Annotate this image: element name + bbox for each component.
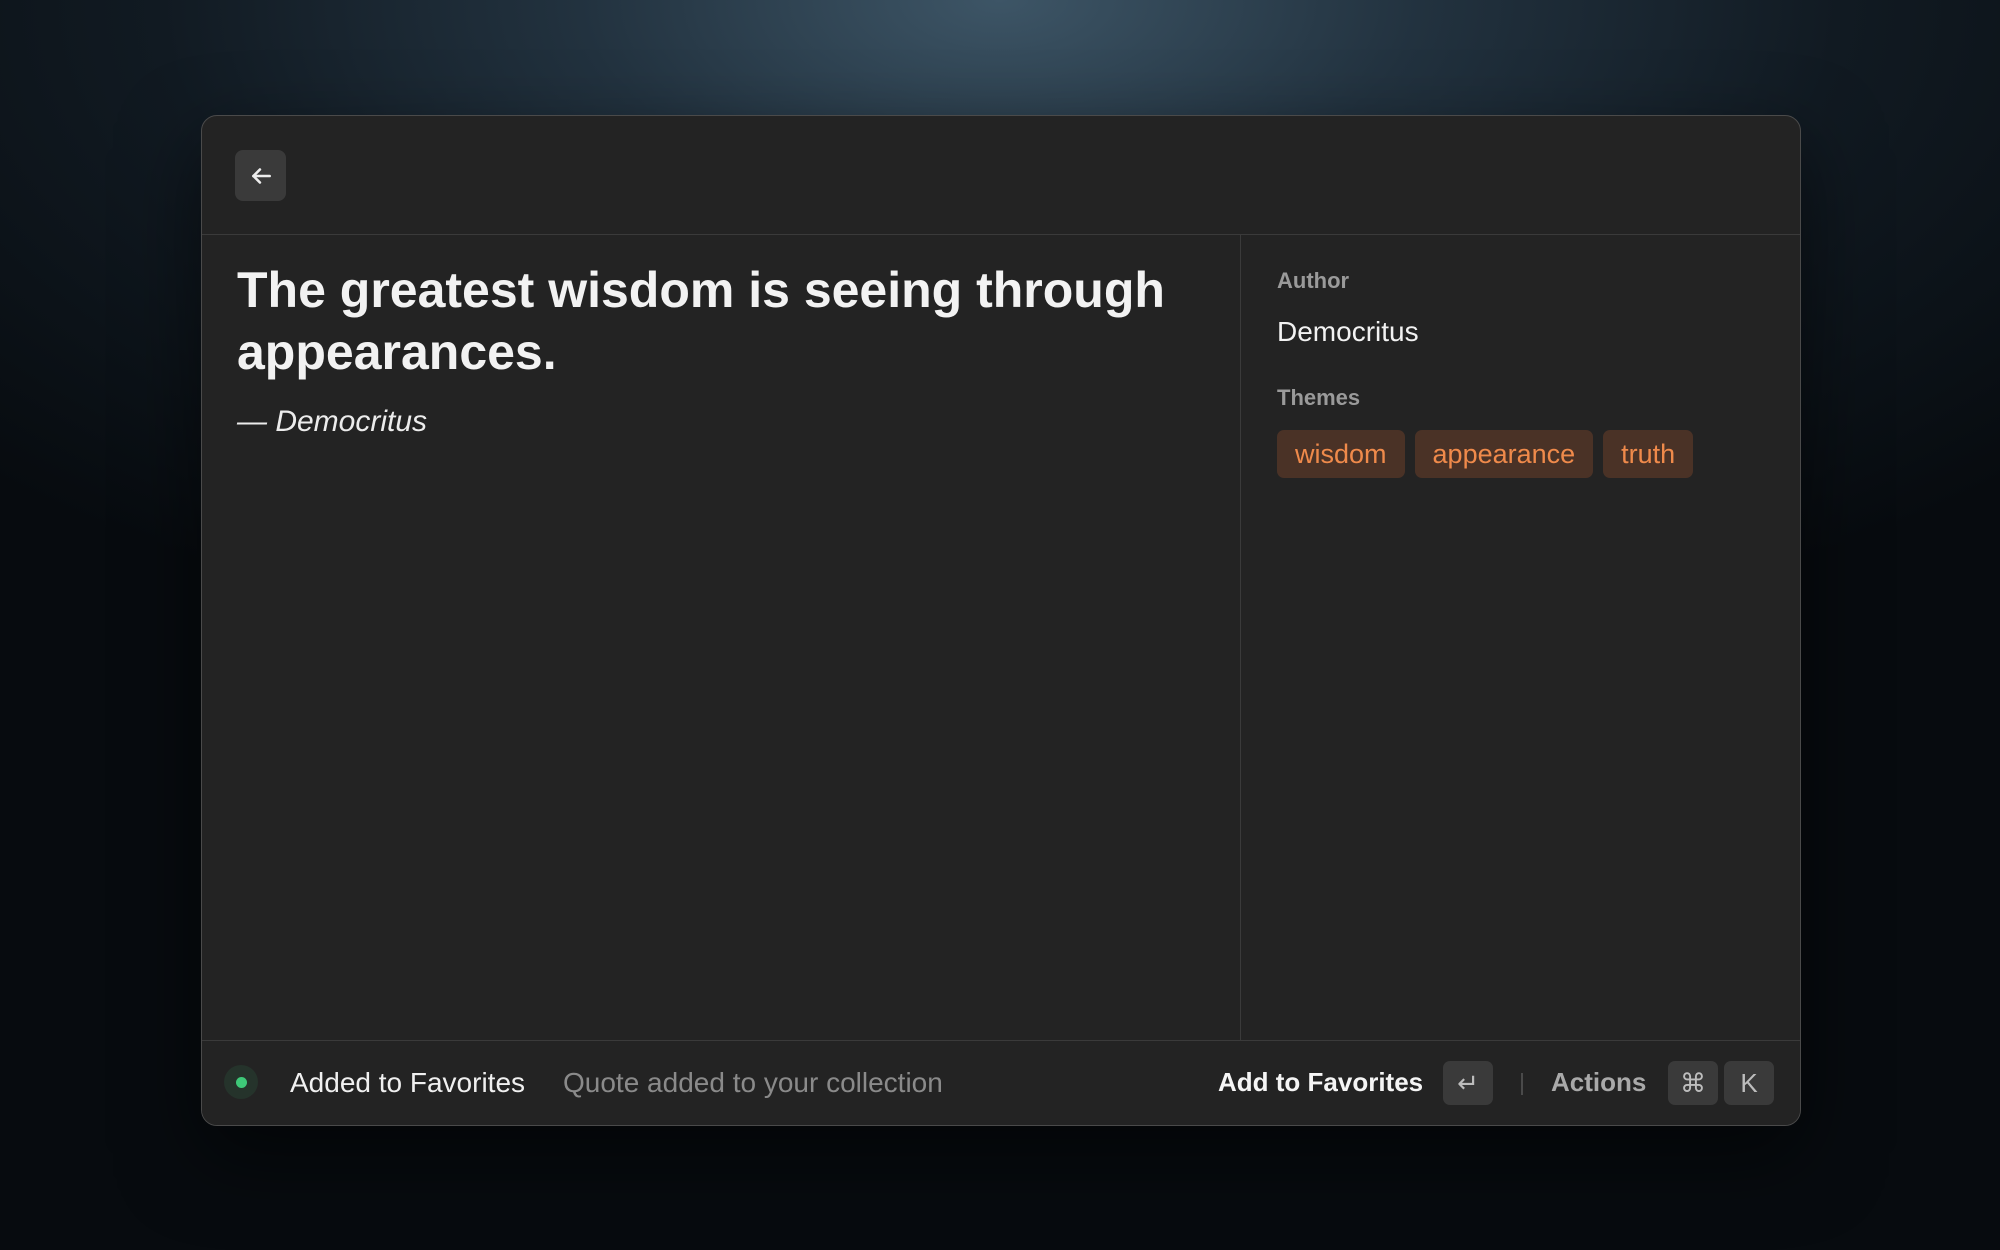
command-key-icon: ⌘ bbox=[1668, 1061, 1718, 1105]
add-to-favorites-button[interactable]: Add to Favorites bbox=[1218, 1067, 1423, 1098]
quote-content-panel: The greatest wisdom is seeing through ap… bbox=[202, 235, 1241, 1040]
actions-button[interactable]: Actions bbox=[1551, 1067, 1646, 1098]
author-label: Author bbox=[1277, 268, 1350, 293]
toast-title: Added to Favorites bbox=[290, 1067, 526, 1098]
arrow-left-icon bbox=[251, 167, 271, 184]
theme-tag[interactable]: appearance bbox=[1414, 430, 1594, 478]
back-button[interactable] bbox=[235, 150, 286, 201]
top-bar bbox=[202, 116, 1800, 235]
theme-tag[interactable]: truth bbox=[1603, 430, 1694, 478]
theme-tag-list: wisdom appearance truth bbox=[1277, 430, 1694, 478]
author-value: Democritus bbox=[1277, 316, 1419, 347]
k-key-badge: K bbox=[1724, 1061, 1774, 1105]
success-status-indicator bbox=[224, 1065, 258, 1099]
theme-tag[interactable]: wisdom bbox=[1277, 430, 1405, 478]
action-bar: Added to Favorites Quote added to your c… bbox=[202, 1040, 1800, 1125]
quote-text: The greatest wisdom is seeing through ap… bbox=[237, 262, 1165, 380]
quote-attribution: — Democritus bbox=[237, 405, 428, 438]
enter-key-icon: ↵ bbox=[1443, 1061, 1493, 1105]
status-dot-icon bbox=[235, 1076, 247, 1088]
action-divider bbox=[1521, 1073, 1523, 1095]
themes-label: Themes bbox=[1277, 385, 1361, 410]
quote-detail-window: The greatest wisdom is seeing through ap… bbox=[201, 115, 1801, 1126]
toast-subtitle: Quote added to your collection bbox=[563, 1067, 943, 1098]
metadata-panel: Author Democritus Themes wisdom appearan… bbox=[1242, 235, 1800, 1040]
